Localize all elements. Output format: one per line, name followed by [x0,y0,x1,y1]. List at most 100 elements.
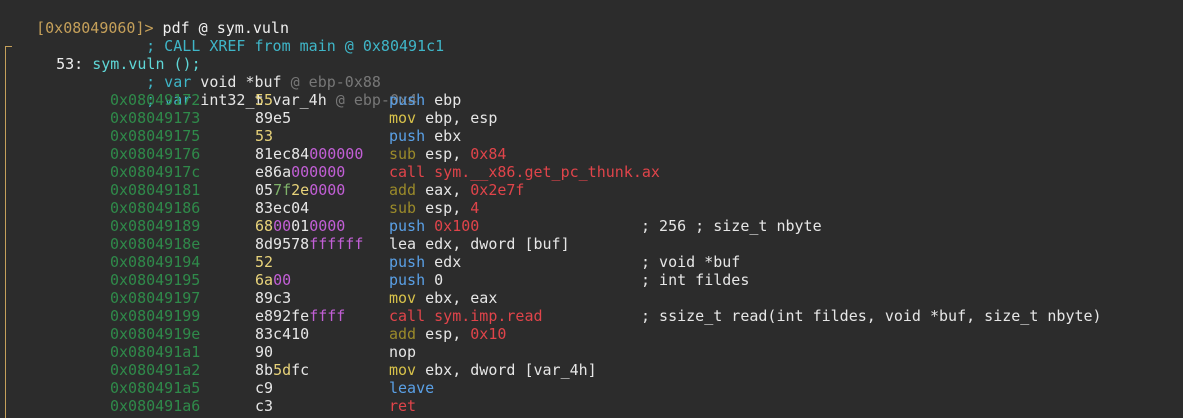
instruction-address[interactable]: 0x0804919e [110,325,200,343]
instruction-address[interactable]: 0x08049194 [110,253,200,271]
instruction-address[interactable]: 0x08049175 [110,127,200,145]
instruction-row[interactable]: 0x080491a6 c3 ret [0,397,1183,415]
instruction-row[interactable]: 0x08049195 6a00 push 0 ; int fildes [0,271,1183,289]
byte-group: 90 [255,343,274,361]
instruction-row[interactable]: 0x08049176 81ec84000000 sub esp, 0x84 [0,145,1183,163]
mnemonic: push [389,253,426,271]
instruction-address[interactable]: 0x08049199 [110,307,200,325]
operand: ebx, dword [var_4h] [416,361,597,379]
instruction-text: mov ebx, eax [389,289,497,307]
instruction-row[interactable]: 0x08049197 89c3 mov ebx, eax [0,289,1183,307]
byte-group: 52 [255,253,274,271]
instruction-bytes: 90 [255,343,273,361]
instruction-bytes: 81ec84000000 [255,145,363,163]
instruction-bytes: e892feffff [255,307,345,325]
byte-group: 53 [255,127,274,145]
operand: ebx, eax [416,289,498,307]
operand: ebp [425,91,462,109]
instruction-text: push ebx [389,127,461,145]
instruction-text: sub esp, 0x84 [389,145,506,163]
instruction-text: push 0x100 [389,217,479,235]
instruction-row[interactable]: 0x0804917c e86a000000 call sym.__x86.get_p… [0,163,1183,181]
operand: 0x84 [470,145,507,163]
byte-group: 8d9578 [255,235,310,253]
operand: sym.__x86.get_pc_thunk.ax [425,163,660,181]
mnemonic: sub [389,199,417,217]
command-prompt[interactable]: [0x08049060]> pdf @ sym.vuln [0,1,289,37]
instruction-row[interactable]: 0x08049189 6800010000 push 0x100 ; 256 ; si… [0,217,1183,235]
instruction-comment: ; 256 ; size_t nbyte [641,217,822,235]
mnemonic: mov [389,289,417,307]
instruction-address[interactable]: 0x08049186 [110,199,200,217]
var-var-4h: ; var int32_t var_4h @ ebp-0x4 [146,91,418,109]
mnemonic: call [389,163,426,181]
operand: 0 [425,271,444,289]
instruction-row[interactable]: 0x08049175 53 push ebx [0,127,1183,145]
instruction-text: leave [389,379,434,397]
instruction-bytes: 89e5 [255,109,291,127]
byte-group: 83c410 [255,325,310,343]
instruction-address[interactable]: 0x0804917c [110,163,200,181]
byte-group: 81ec84 [255,145,310,163]
instruction-row[interactable]: 0x0804918e 8d9578ffffff lea edx, dword [bu… [0,235,1183,253]
instruction-row[interactable]: 0x080491a5 c9 leave [0,379,1183,397]
byte-group: 8b [255,361,274,379]
instruction-bytes: 52 [255,253,273,271]
instruction-row[interactable]: 0x08049173 89e5 mov ebp, esp [0,109,1183,127]
instruction-text: mov ebx, dword [var_4h] [389,361,597,379]
byte-group: ffff [309,307,346,325]
instruction-bytes: 53 [255,127,273,145]
instruction-address[interactable]: 0x08049189 [110,217,200,235]
operand: edx, dword [buf] [416,235,570,253]
instruction-bytes: 6a00 [255,271,291,289]
instruction-address[interactable]: 0x080491a1 [110,343,200,361]
byte-group: 00 [273,217,292,235]
instruction-bytes: e86a000000 [255,163,345,181]
byte-group: 000000 [309,145,364,163]
mnemonic: nop [389,343,417,361]
xref-comment: ; CALL XREF from main @ 0x80491c1 [146,37,445,55]
instruction-row[interactable]: 0x0804919e 83c410 add esp, 0x10 [0,325,1183,343]
instruction-address[interactable]: 0x08049195 [110,271,200,289]
operand: 4 [470,199,480,217]
operand [425,217,434,235]
instruction-text: add eax, 0x2e7f [389,181,524,199]
byte-group: c9 [255,379,274,397]
instruction-bytes: 83c410 [255,325,309,343]
byte-group: 6a [255,271,274,289]
byte-group: 2e [291,181,310,199]
instruction-row[interactable]: 0x08049199 e892feffff call sym.imp.read ; s… [0,307,1183,325]
byte-group: 0000 [309,181,346,199]
instruction-address[interactable]: 0x08049176 [110,145,200,163]
instruction-address[interactable]: 0x080491a2 [110,361,200,379]
instruction-row[interactable]: 0x08049181 057f2e0000 add eax, 0x2e7f [0,181,1183,199]
instruction-row[interactable]: 0x080491a1 90 nop [0,343,1183,361]
byte-group: 55 [255,91,274,109]
instruction-address[interactable]: 0x080491a6 [110,397,200,415]
instruction-row[interactable]: 0x08049186 83ec04 sub esp, 4 [0,199,1183,217]
instruction-address[interactable]: 0x08049197 [110,289,200,307]
instruction-row[interactable]: 0x08049194 52 push edx ; void *buf [0,253,1183,271]
byte-group: 89e5 [255,109,292,127]
instruction-row[interactable]: 0x080491a2 8b5dfc mov ebx, dword [var_4h] [0,361,1183,379]
instruction-comment: ; int fildes [641,271,750,289]
instruction-address[interactable]: 0x08049181 [110,181,200,199]
operand: 0x2e7f [470,181,525,199]
operand: esp, [416,325,471,343]
instruction-address[interactable]: 0x0804918e [110,235,200,253]
var-buf: ; var void *buf @ ebp-0x88 [146,73,381,91]
instruction-address[interactable]: 0x08049173 [110,109,200,127]
instruction-bytes: c3 [255,397,273,415]
instruction-address[interactable]: 0x08049172 [110,91,200,109]
byte-group: ffffff [309,235,364,253]
instruction-text: push edx [389,253,461,271]
terminal-window[interactable]: [0x08049060]> pdf @ sym.vuln ; CALL XREF… [0,0,1183,418]
instruction-text: sub esp, 4 [389,199,479,217]
mnemonic: call [389,307,426,325]
operand: ebp, esp [416,109,498,127]
instruction-row[interactable]: 0x08049172 55 push ebp [0,91,1183,109]
byte-group: e86a [255,163,292,181]
mnemonic: add [389,181,417,199]
mnemonic: mov [389,109,417,127]
instruction-address[interactable]: 0x080491a5 [110,379,200,397]
